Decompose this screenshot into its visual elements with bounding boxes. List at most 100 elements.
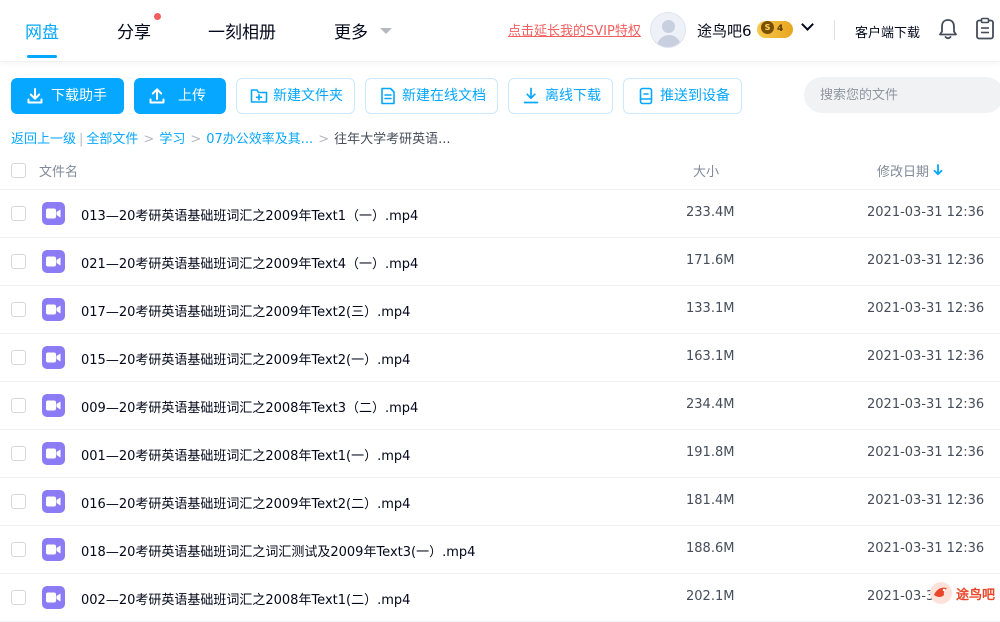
file-modified-date: 2021-03-31 12:36: [867, 253, 985, 268]
notification-dot: [154, 13, 161, 20]
file-name[interactable]: 021—20考研英语基础班词汇之2009年Text4（一）.mp4: [81, 253, 418, 272]
video-file-icon: [42, 394, 65, 417]
device-push-icon: [639, 87, 653, 105]
row-checkbox[interactable]: [11, 350, 26, 365]
table-row[interactable]: 013—20考研英语基础班词汇之2009年Text1（一）.mp4 233.4M 2…: [0, 190, 1000, 238]
search-input[interactable]: [804, 77, 1000, 113]
nav-item-share[interactable]: 分享: [117, 18, 151, 43]
breadcrumb-chevron-icon: >: [143, 132, 155, 147]
username[interactable]: 途鸟吧6: [697, 20, 752, 41]
file-modified-date: 2021-03-31 12:36: [867, 493, 985, 508]
client-download-link[interactable]: 客户端下载: [855, 22, 920, 41]
bell-icon[interactable]: [938, 18, 958, 40]
breadcrumb-back-link[interactable]: 返回上一级: [11, 132, 76, 147]
select-all-checkbox[interactable]: [11, 163, 26, 178]
video-file-icon: [42, 298, 65, 321]
file-name[interactable]: 016—20考研英语基础班词汇之2009年Text2(二）.mp4: [81, 493, 410, 512]
offline-download-button[interactable]: 离线下载: [508, 78, 613, 114]
new-online-doc-button[interactable]: 新建在线文档: [365, 78, 498, 114]
row-checkbox[interactable]: [11, 302, 26, 317]
table-row[interactable]: 002—20考研英语基础班词汇之2008年Text1(二）.mp4 202.1M 2…: [0, 574, 1000, 622]
file-name[interactable]: 015—20考研英语基础班词汇之2009年Text2(一）.mp4: [81, 349, 410, 368]
file-size: 188.6M: [686, 541, 735, 556]
document-icon: [381, 87, 395, 105]
new-online-doc-label: 新建在线文档: [402, 88, 486, 104]
file-name[interactable]: 013—20考研英语基础班词汇之2009年Text1（一）.mp4: [81, 205, 418, 224]
breadcrumb-item-study[interactable]: 学习: [159, 132, 185, 147]
file-name[interactable]: 001—20考研英语基础班词汇之2008年Text1(一）.mp4: [81, 445, 410, 464]
vip-level-badge: S4: [757, 21, 793, 38]
file-modified-date: 2021-03-31 12:36: [867, 445, 985, 460]
file-name[interactable]: 017—20考研英语基础班词汇之2009年Text2(三）.mp4: [81, 301, 410, 320]
row-checkbox[interactable]: [11, 494, 26, 509]
column-header-date[interactable]: 修改日期: [877, 161, 929, 180]
avatar[interactable]: [650, 12, 686, 48]
file-size: 163.1M: [686, 349, 735, 364]
table-row[interactable]: 018—20考研英语基础班词汇之词汇测试及2009年Text3(一）.mp4 18…: [0, 526, 1000, 574]
chevron-down-icon[interactable]: [801, 18, 814, 31]
row-checkbox[interactable]: [11, 446, 26, 461]
breadcrumb: 返回上一级 | 全部文件 > 学习 >07办公效率及其... > 往年大学考研英语...: [11, 128, 451, 147]
table-row[interactable]: 016—20考研英语基础班词汇之2009年Text2(二）.mp4 181.4M 2…: [0, 478, 1000, 526]
upload-button[interactable]: 上传: [134, 78, 226, 114]
top-nav-bar: 网盘 分享 一刻相册 更多 点击延长我的SVIP特权 途鸟吧6 S4 客户端下载: [0, 0, 1000, 62]
file-modified-date: 2021-03-31 12:36: [867, 397, 985, 412]
sort-descending-icon[interactable]: [933, 164, 943, 176]
header-divider: [834, 20, 835, 40]
more-dropdown-caret-icon[interactable]: [380, 28, 392, 34]
push-to-device-label: 推送到设备: [660, 88, 730, 104]
new-folder-button[interactable]: 新建文件夹: [236, 78, 355, 114]
breadcrumb-item-all-files[interactable]: 全部文件: [86, 132, 138, 147]
file-modified-date: 2021-03-31 12:36: [867, 349, 985, 364]
file-size: 181.4M: [686, 493, 735, 508]
breadcrumb-item-folder[interactable]: 07办公效率及其...: [206, 132, 313, 147]
upload-label: 上传: [178, 88, 206, 104]
table-row[interactable]: 001—20考研英语基础班词汇之2008年Text1(一）.mp4 191.8M 2…: [0, 430, 1000, 478]
nav-item-more[interactable]: 更多: [334, 18, 368, 43]
file-name[interactable]: 002—20考研英语基础班词汇之2008年Text1(二）.mp4: [81, 589, 410, 608]
file-size: 234.4M: [686, 397, 735, 412]
file-name[interactable]: 009—20考研英语基础班词汇之2008年Text3（二）.mp4: [81, 397, 418, 416]
video-file-icon: [42, 442, 65, 465]
download-icon: [27, 88, 43, 104]
video-file-icon: [42, 346, 65, 369]
breadcrumb-chevron-icon: >: [190, 132, 202, 147]
column-header-name[interactable]: 文件名: [39, 161, 78, 180]
push-to-device-button[interactable]: 推送到设备: [623, 78, 742, 114]
download-helper-label: 下载助手: [51, 88, 107, 104]
file-size: 133.1M: [686, 301, 735, 316]
table-row[interactable]: 015—20考研英语基础班词汇之2009年Text2(一）.mp4 163.1M 2…: [0, 334, 1000, 382]
table-row[interactable]: 021—20考研英语基础班词汇之2009年Text4（一）.mp4 171.6M 2…: [0, 238, 1000, 286]
file-size: 171.6M: [686, 253, 735, 268]
breadcrumb-current: 往年大学考研英语...: [334, 132, 451, 147]
file-table-header: 文件名 大小 修改日期: [0, 150, 1000, 190]
column-header-size[interactable]: 大小: [693, 161, 719, 180]
file-size: 202.1M: [686, 589, 735, 604]
nav-item-netdisk[interactable]: 网盘: [25, 18, 59, 43]
row-checkbox[interactable]: [11, 542, 26, 557]
video-file-icon: [42, 586, 65, 609]
row-checkbox[interactable]: [11, 206, 26, 221]
file-size: 191.8M: [686, 445, 735, 460]
new-folder-label: 新建文件夹: [273, 88, 343, 104]
offline-download-icon: [523, 87, 539, 104]
row-checkbox[interactable]: [11, 254, 26, 269]
svip-renew-link[interactable]: 点击延长我的SVIP特权: [508, 20, 641, 39]
file-modified-date: 2021-03-31 12:36: [867, 301, 985, 316]
clipboard-icon[interactable]: [975, 17, 995, 40]
video-file-icon: [42, 490, 65, 513]
download-helper-button[interactable]: 下载助手: [11, 78, 124, 114]
file-modified-date: 2021-03-31 12:36: [867, 205, 985, 220]
video-file-icon: [42, 538, 65, 561]
table-row[interactable]: 017—20考研英语基础班词汇之2009年Text2(三）.mp4 133.1M 2…: [0, 286, 1000, 334]
vip-level-number: 4: [777, 24, 784, 34]
row-checkbox[interactable]: [11, 590, 26, 605]
row-checkbox[interactable]: [11, 398, 26, 413]
video-file-icon: [42, 202, 65, 225]
file-size: 233.4M: [686, 205, 735, 220]
table-row[interactable]: 009—20考研英语基础班词汇之2008年Text3（二）.mp4 234.4M 2…: [0, 382, 1000, 430]
nav-item-moment-album[interactable]: 一刻相册: [208, 18, 276, 43]
new-folder-icon: [250, 89, 268, 103]
file-modified-date: 2021-03-3: [867, 589, 935, 604]
file-name[interactable]: 018—20考研英语基础班词汇之词汇测试及2009年Text3(一）.mp4: [81, 541, 475, 560]
